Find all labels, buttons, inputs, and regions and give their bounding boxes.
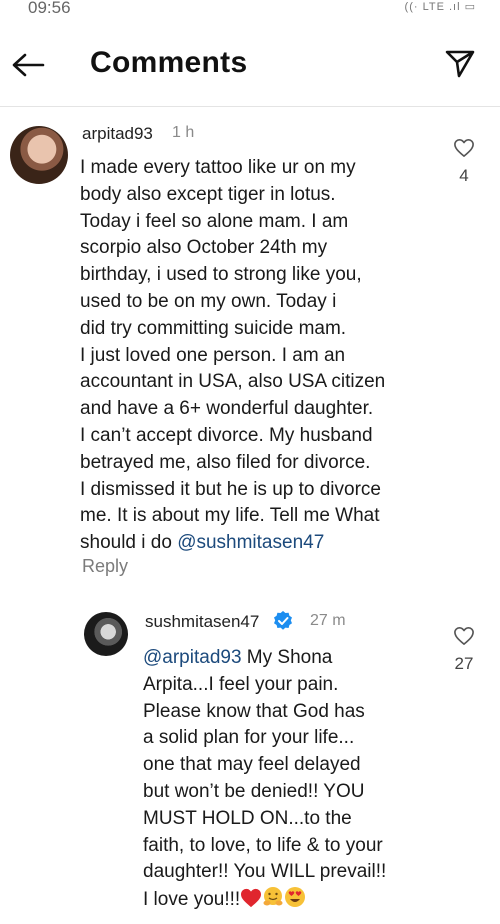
status-time: 09:56 [28,0,71,17]
comment-body: I made every tattoo like ur on my body a… [80,157,386,554]
comment-time: 27 m [310,612,346,629]
send-icon [445,50,475,78]
comment-username[interactable]: sushmitasen47 [145,612,259,632]
comment-time: 1 h [172,124,195,141]
like-count: 27 [454,654,474,673]
status-bar: 09:56 ((· LTE .ıl ▭ [0,0,500,22]
header-divider [0,106,500,107]
comment-mention[interactable]: @sushmitasen47 [177,532,324,553]
heart-icon[interactable] [453,138,475,158]
header: Comments [0,28,500,100]
status-icons: ((· LTE .ıl ▭ [404,1,476,13]
back-button[interactable] [8,48,48,82]
comment-mention[interactable]: @arpitad93 [143,647,242,668]
avatar[interactable] [84,612,128,656]
avatar[interactable] [10,126,68,184]
comment-text: I made every tattoo like ur on my body a… [80,155,460,557]
verified-badge-icon [274,611,292,630]
back-arrow-icon [12,53,45,77]
page-title: Comments [90,46,248,79]
reply-button[interactable]: Reply [82,556,128,577]
heart-emoji-icon [240,888,262,917]
like-block: 27 [444,626,484,674]
heart-icon[interactable] [453,626,475,646]
like-count: 4 [459,166,469,185]
hugging-face-icon [262,886,284,917]
like-block: 4 [444,138,484,186]
comment-username[interactable]: arpitad93 [82,124,153,144]
comment-body: My Shona Arpita...I feel your pain. Plea… [143,647,387,911]
heart-eyes-face-icon [284,886,306,917]
share-button[interactable] [442,46,478,82]
comment-text: @arpitad93 My Shona Arpita...I feel your… [143,645,443,917]
